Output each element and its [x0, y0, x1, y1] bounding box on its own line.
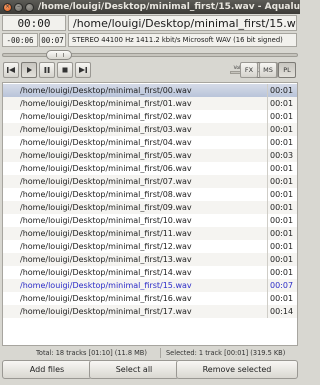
- stop-button[interactable]: [57, 62, 73, 78]
- track-path: /home/louigi/Desktop/minimal_first/04.wa…: [20, 138, 192, 147]
- track-duration: 00:01: [267, 136, 295, 149]
- track-duration: 00:01: [267, 123, 295, 136]
- playlist-row[interactable]: /home/louigi/Desktop/minimal_first/00.wa…: [3, 84, 297, 97]
- track-path: /home/louigi/Desktop/minimal_first/17.wa…: [20, 307, 192, 316]
- position-time[interactable]: 00:00: [2, 15, 66, 31]
- current-file-name: /home/louigi/Desktop/minimal_first/15.wa…: [68, 15, 297, 31]
- playlist-row[interactable]: /home/louigi/Desktop/minimal_first/02.wa…: [3, 110, 297, 123]
- lcd-display: 00:00 -00:06 00:07 /home/louigi/Desktop/…: [0, 14, 300, 50]
- previous-button[interactable]: [3, 62, 19, 78]
- select-all-button[interactable]: Select all: [89, 360, 179, 379]
- playlist-row[interactable]: /home/louigi/Desktop/minimal_first/11.wa…: [3, 227, 297, 240]
- playlist-row[interactable]: /home/louigi/Desktop/minimal_first/07.wa…: [3, 175, 297, 188]
- playlist-row[interactable]: /home/louigi/Desktop/minimal_first/16.wa…: [3, 292, 297, 305]
- play-button[interactable]: [21, 62, 37, 78]
- track-duration: 00:03: [267, 149, 295, 162]
- track-path: /home/louigi/Desktop/minimal_first/11.wa…: [20, 229, 192, 238]
- stop-icon: [62, 67, 68, 73]
- ms-button[interactable]: MS: [259, 62, 277, 78]
- playlist-row[interactable]: /home/louigi/Desktop/minimal_first/10.wa…: [3, 214, 297, 227]
- seek-bar[interactable]: [0, 50, 300, 60]
- play-icon: [27, 67, 32, 73]
- seek-handle[interactable]: [46, 50, 72, 60]
- track-path: /home/louigi/Desktop/minimal_first/02.wa…: [20, 112, 192, 121]
- track-path: /home/louigi/Desktop/minimal_first/14.wa…: [20, 268, 192, 277]
- track-path: /home/louigi/Desktop/minimal_first/06.wa…: [20, 164, 192, 173]
- track-path: /home/louigi/Desktop/minimal_first/12.wa…: [20, 242, 192, 251]
- playlist-row[interactable]: /home/louigi/Desktop/minimal_first/03.wa…: [3, 123, 297, 136]
- pl-button[interactable]: PL: [278, 62, 296, 78]
- playlist-buttons: Add files Select all Remove selected: [0, 359, 300, 381]
- track-path: /home/louigi/Desktop/minimal_first/00.wa…: [20, 86, 192, 95]
- track-path: /home/louigi/Desktop/minimal_first/15.wa…: [20, 281, 192, 290]
- track-duration: 00:01: [267, 292, 295, 305]
- window-title: /home/louigi/Desktop/minimal_first/15.wa…: [38, 2, 300, 12]
- track-path: /home/louigi/Desktop/minimal_first/01.wa…: [20, 99, 192, 108]
- playlist-row[interactable]: /home/louigi/Desktop/minimal_first/14.wa…: [3, 266, 297, 279]
- playlist-row[interactable]: /home/louigi/Desktop/minimal_first/17.wa…: [3, 305, 297, 318]
- track-path: /home/louigi/Desktop/minimal_first/03.wa…: [20, 125, 192, 134]
- track-duration: 00:01: [267, 188, 295, 201]
- track-path: /home/louigi/Desktop/minimal_first/10.wa…: [20, 216, 192, 225]
- status-bar: Total: 18 tracks [01:10] (11.8 MB) Selec…: [0, 347, 300, 359]
- status-divider: [160, 348, 161, 358]
- track-duration: 00:01: [267, 214, 295, 227]
- track-duration: 00:01: [267, 97, 295, 110]
- stream-info: STEREO 44100 Hz 1411.2 kbit/s Microsoft …: [68, 33, 297, 47]
- track-duration: 00:01: [267, 175, 295, 188]
- playlist-row[interactable]: /home/louigi/Desktop/minimal_first/01.wa…: [3, 97, 297, 110]
- track-duration: 00:01: [267, 227, 295, 240]
- playlist-row[interactable]: /home/louigi/Desktop/minimal_first/12.wa…: [3, 240, 297, 253]
- track-duration: 00:01: [267, 201, 295, 214]
- remove-selected-button[interactable]: Remove selected: [176, 360, 298, 379]
- next-button[interactable]: [75, 62, 91, 78]
- add-files-button[interactable]: Add files: [2, 360, 92, 379]
- fx-button[interactable]: FX: [240, 62, 258, 78]
- playlist-row[interactable]: /home/louigi/Desktop/minimal_first/08.wa…: [3, 188, 297, 201]
- track-duration: 00:01: [267, 84, 295, 97]
- track-duration: 00:01: [267, 266, 295, 279]
- playlist-row[interactable]: /home/louigi/Desktop/minimal_first/13.wa…: [3, 253, 297, 266]
- selected-summary: Selected: 1 track [00:01] (319.5 KB): [166, 349, 286, 357]
- track-duration: 00:01: [267, 253, 295, 266]
- track-duration: 00:14: [267, 305, 295, 318]
- playlist-row[interactable]: /home/louigi/Desktop/minimal_first/04.wa…: [3, 136, 297, 149]
- pause-button[interactable]: [39, 62, 55, 78]
- playlist[interactable]: /home/louigi/Desktop/minimal_first/00.wa…: [2, 82, 298, 346]
- title-bar: × – /home/louigi/Desktop/minimal_first/1…: [0, 0, 300, 14]
- skip-back-icon: [7, 67, 15, 73]
- minimize-window-button[interactable]: –: [14, 2, 23, 12]
- maximize-window-button[interactable]: [25, 2, 34, 12]
- track-path: /home/louigi/Desktop/minimal_first/08.wa…: [20, 190, 192, 199]
- track-path: /home/louigi/Desktop/minimal_first/13.wa…: [20, 255, 192, 264]
- close-window-button[interactable]: ×: [3, 2, 12, 12]
- playlist-row[interactable]: /home/louigi/Desktop/minimal_first/09.wa…: [3, 201, 297, 214]
- remaining-time[interactable]: -00:06: [2, 33, 38, 47]
- total-summary: Total: 18 tracks [01:10] (11.8 MB): [36, 349, 147, 357]
- track-path: /home/louigi/Desktop/minimal_first/07.wa…: [20, 177, 192, 186]
- track-duration: 00:01: [267, 110, 295, 123]
- track-path: /home/louigi/Desktop/minimal_first/16.wa…: [20, 294, 192, 303]
- window-controls: × –: [0, 2, 38, 12]
- track-path: /home/louigi/Desktop/minimal_first/05.wa…: [20, 151, 192, 160]
- track-path: /home/louigi/Desktop/minimal_first/09.wa…: [20, 203, 192, 212]
- track-duration: 00:01: [267, 240, 295, 253]
- track-duration: 00:01: [267, 162, 295, 175]
- playlist-row[interactable]: /home/louigi/Desktop/minimal_first/05.wa…: [3, 149, 297, 162]
- total-time: 00:07: [39, 33, 66, 47]
- pause-icon: [44, 67, 50, 73]
- track-duration: 00:07: [267, 279, 295, 292]
- skip-forward-icon: [79, 67, 87, 73]
- playlist-row[interactable]: /home/louigi/Desktop/minimal_first/15.wa…: [3, 279, 297, 292]
- playlist-row[interactable]: /home/louigi/Desktop/minimal_first/06.wa…: [3, 162, 297, 175]
